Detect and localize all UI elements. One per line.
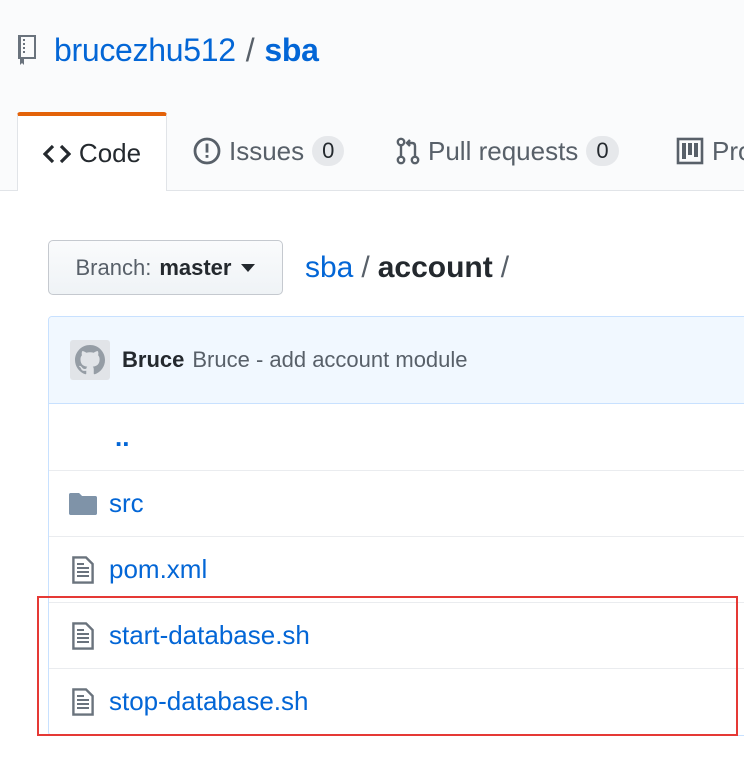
project-icon (676, 137, 704, 165)
chevron-down-icon (241, 263, 256, 272)
breadcrumb-separator: / (361, 251, 370, 284)
list-item-src[interactable]: src (49, 470, 744, 536)
tab-pull-requests[interactable]: Pull requests 0 (396, 112, 619, 190)
file-icon (69, 621, 97, 650)
code-icon (42, 143, 71, 165)
repo-separator: / (245, 31, 255, 68)
file-link-stop-database[interactable]: stop-database.sh (109, 686, 308, 717)
tab-projects[interactable]: Pro (676, 112, 744, 190)
breadcrumb-current: account (377, 251, 493, 284)
tab-projects-label: Pro (712, 135, 744, 166)
file-link-src[interactable]: src (109, 488, 144, 519)
commit-message-link[interactable]: Bruce - add account module (192, 347, 467, 373)
tab-code-label: Code (78, 138, 142, 168)
breadcrumb-trailing-separator: / (500, 251, 510, 284)
git-pull-request-icon (396, 137, 420, 165)
branch-select-button[interactable]: Branch: master (48, 240, 283, 295)
parent-dir-link[interactable]: .. (115, 422, 129, 453)
file-link-start-database[interactable]: start-database.sh (109, 620, 310, 651)
tab-code[interactable]: Code (17, 112, 167, 191)
repo-header: brucezhu512 / sba Code Issues 0 Pull req… (0, 0, 744, 191)
latest-commit-bar: Bruce Bruce - add account module (49, 317, 744, 404)
repo-owner-link[interactable]: brucezhu512 (54, 32, 236, 69)
file-link-pom-xml[interactable]: pom.xml (109, 554, 207, 585)
avatar[interactable] (70, 340, 110, 380)
repo-icon (16, 33, 40, 67)
file-icon (69, 555, 97, 584)
issue-opened-icon (193, 137, 221, 165)
breadcrumb-root-link[interactable]: sba (305, 251, 353, 285)
folder-icon (69, 490, 97, 518)
file-rows: .. src pom.xml start-database.sh stop-da… (49, 404, 744, 734)
repo-title: brucezhu512 / sba (16, 30, 319, 70)
commit-author-link[interactable]: Bruce (122, 347, 184, 373)
github-octocat-icon (75, 345, 105, 375)
branch-value: master (159, 254, 232, 280)
list-item-pom-xml[interactable]: pom.xml (49, 536, 744, 602)
branch-label: Branch: (75, 254, 152, 280)
breadcrumb: sba / account / (305, 248, 517, 288)
issues-counter: 0 (312, 136, 345, 166)
repo-name-link[interactable]: sba (264, 32, 319, 69)
list-item-parent-dir[interactable]: .. (49, 404, 744, 470)
list-item-start-database[interactable]: start-database.sh (49, 602, 744, 668)
pull-requests-counter: 0 (586, 136, 619, 166)
tab-pull-requests-label: Pull requests (428, 135, 579, 166)
file-icon (69, 687, 97, 716)
list-item-stop-database[interactable]: stop-database.sh (49, 668, 744, 734)
file-list: Bruce Bruce - add account module .. src (48, 316, 744, 736)
tab-issues[interactable]: Issues 0 (193, 112, 345, 190)
tab-issues-label: Issues (229, 135, 305, 166)
repo-nav-tabs: Code Issues 0 Pull requests 0 Pr (0, 112, 744, 191)
